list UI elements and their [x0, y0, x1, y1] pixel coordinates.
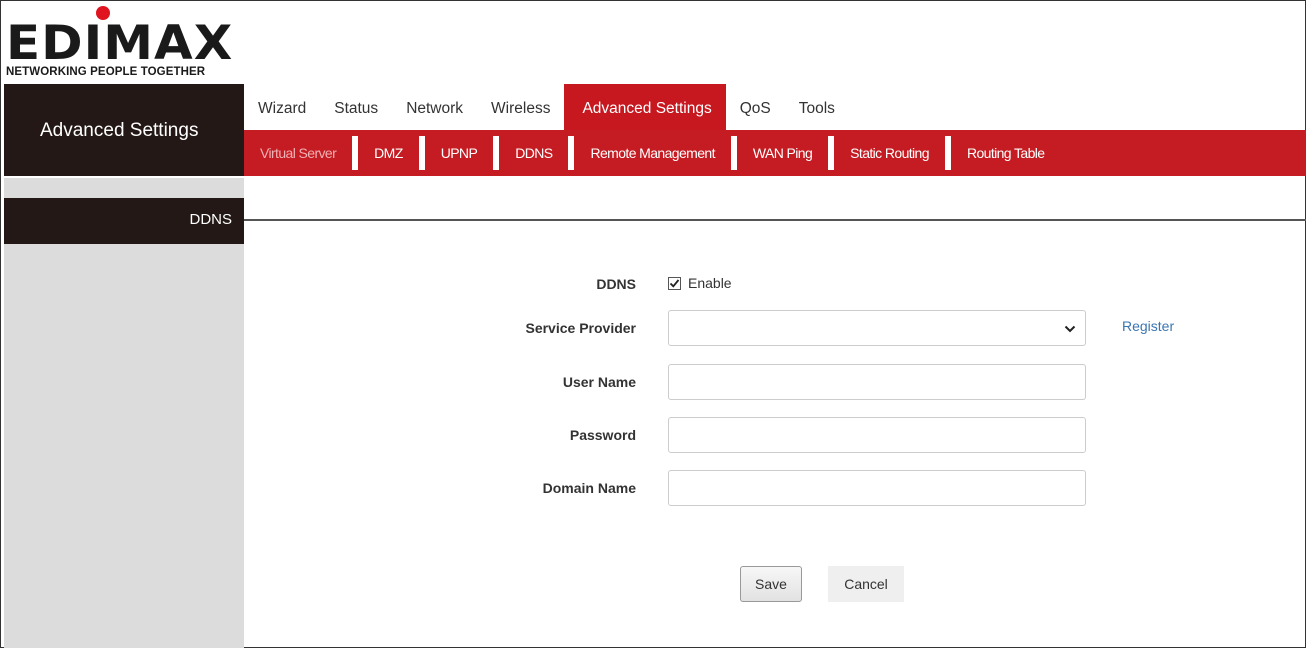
- save-button[interactable]: Save: [740, 566, 802, 602]
- tab-status[interactable]: Status: [320, 84, 392, 130]
- sidebar-title: Advanced Settings: [4, 84, 244, 176]
- tab-qos[interactable]: QoS: [726, 84, 785, 130]
- sidebar-item-ddns[interactable]: DDNS: [4, 198, 244, 244]
- register-link[interactable]: Register: [1122, 318, 1174, 334]
- subtab-static-routing[interactable]: Static Routing: [834, 130, 945, 176]
- ddns-label: DDNS: [596, 276, 636, 292]
- tab-wireless[interactable]: Wireless: [477, 84, 564, 130]
- sub-nav: Virtual Server DMZ UPNP DDNS Remote Mana…: [244, 130, 1306, 176]
- username-label: User Name: [562, 374, 636, 390]
- subtab-upnp[interactable]: UPNP: [425, 130, 494, 176]
- cancel-button[interactable]: Cancel: [828, 566, 904, 602]
- logo-tagline: NETWORKING PEOPLE TOGETHER: [6, 66, 206, 78]
- subtab-wan-ping[interactable]: WAN Ping: [737, 130, 828, 176]
- subtab-ddns[interactable]: DDNS: [499, 130, 568, 176]
- password-label: Password: [569, 427, 636, 443]
- tab-network[interactable]: Network: [392, 84, 477, 130]
- domain-name-label: Domain Name: [542, 480, 636, 496]
- password-input[interactable]: [668, 417, 1086, 453]
- subtab-remote-management[interactable]: Remote Management: [574, 130, 730, 176]
- username-input[interactable]: [668, 364, 1086, 400]
- tab-tools[interactable]: Tools: [785, 84, 849, 130]
- service-provider-label: Service Provider: [525, 320, 636, 336]
- sidebar-background: [4, 178, 244, 648]
- edimax-logo: EDIMAX NETWORKING PEOPLE TOGETHER: [4, 4, 244, 82]
- subtab-virtual-server[interactable]: Virtual Server: [244, 130, 352, 176]
- service-provider-select[interactable]: [668, 310, 1086, 346]
- content-divider: [244, 219, 1306, 221]
- tab-advanced-settings[interactable]: Advanced Settings: [564, 84, 726, 130]
- ddns-enable-checkbox[interactable]: [668, 277, 681, 290]
- check-icon: [669, 279, 680, 288]
- logo-dot: [96, 6, 110, 20]
- tab-wizard[interactable]: Wizard: [244, 84, 320, 130]
- enable-label: Enable: [688, 275, 732, 291]
- subtab-dmz[interactable]: DMZ: [358, 130, 419, 176]
- logo-wordmark: EDIMAX: [6, 15, 234, 71]
- chevron-down-icon: [1064, 325, 1076, 333]
- subtab-routing-table[interactable]: Routing Table: [951, 130, 1061, 176]
- top-nav: Wizard Status Network Wireless Advanced …: [244, 84, 849, 130]
- domain-name-input[interactable]: [668, 470, 1086, 506]
